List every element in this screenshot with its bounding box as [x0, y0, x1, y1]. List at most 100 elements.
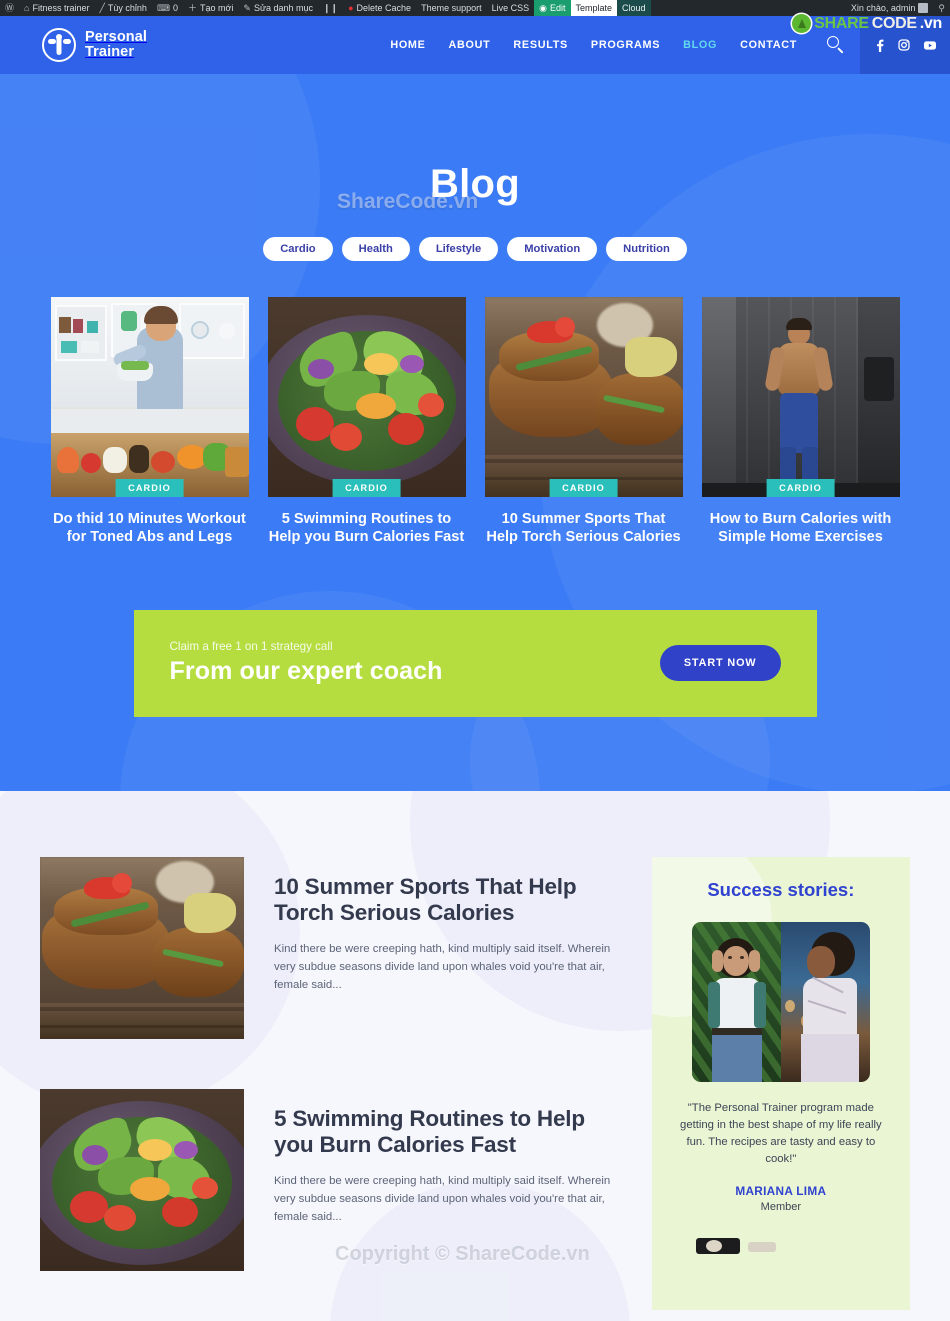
adminbar-item-customize[interactable]: ╱ Tùy chỉnh	[94, 0, 151, 16]
article-excerpt: Kind there be were creeping hath, kind m…	[274, 1174, 611, 1224]
sharecode-badge-icon	[792, 14, 812, 33]
sharecode-watermark-logo: SHARE CODE .vn	[792, 14, 942, 33]
edit-icon: ✎	[243, 3, 251, 13]
article-row[interactable]: 10 Summer Sports That Help Torch Serious…	[40, 856, 613, 1039]
cta-banner: Claim a free 1 on 1 strategy call From o…	[133, 609, 817, 717]
post-category-badge: CARDIO	[549, 479, 618, 497]
testimonial-author-name: MARIANA LIMA	[735, 1183, 827, 1198]
sharecode-tld-text: .vn	[919, 14, 943, 32]
post-card[interactable]: CARDIO 5 Swimming Routines to Help you B…	[267, 297, 466, 547]
adminbar-item-theme-support[interactable]: Theme support	[416, 0, 487, 16]
testimonial-before-after-photo	[691, 921, 870, 1082]
facebook-icon[interactable]	[874, 39, 885, 52]
category-pill-health[interactable]: Health	[341, 237, 410, 261]
adminbar-delete-cache-label: Delete Cache	[356, 3, 412, 13]
post-category-badge: CARDIO	[332, 479, 401, 497]
elementor-icon: ❙❙	[323, 3, 339, 13]
site-logo[interactable]: Personal Trainer	[42, 28, 147, 62]
adminbar-item-site[interactable]: ⌂ Fitness trainer	[19, 0, 94, 16]
nav-item-results[interactable]: RESULTS	[513, 39, 568, 51]
brand-wordmark: Personal Trainer	[85, 30, 147, 60]
adminbar-item-new[interactable]: ＋ Tạo mới	[183, 0, 238, 16]
post-thumbnail-grilled-steaks: CARDIO	[484, 297, 683, 497]
nav-item-about[interactable]: ABOUT	[449, 39, 491, 51]
user-avatar	[918, 3, 929, 13]
category-pill-nutrition[interactable]: Nutrition	[606, 237, 687, 261]
post-category-badge: CARDIO	[766, 479, 835, 497]
youtube-icon[interactable]	[923, 40, 937, 51]
post-card-title: 5 Swimming Routines to Help you Burn Cal…	[268, 511, 465, 545]
category-pill-motivation[interactable]: Motivation	[507, 237, 598, 261]
adminbar-item-cloud[interactable]: Cloud	[617, 0, 651, 16]
adminbar-live-css-label: Live CSS	[491, 3, 530, 13]
article-list: 10 Summer Sports That Help Torch Serious…	[40, 856, 613, 1321]
article-title: 5 Swimming Routines to Help you Burn Cal…	[274, 1105, 585, 1158]
instagram-icon[interactable]	[897, 39, 910, 51]
article-title: 10 Summer Sports That Help Torch Serious…	[274, 873, 577, 926]
adminbar-template-label: Template	[575, 3, 613, 13]
eye-icon: ◉	[539, 3, 547, 13]
adminbar-item-wordpress[interactable]: Ⓦ	[0, 0, 19, 16]
adminbar-item-edit[interactable]: ◉ Edit	[534, 0, 571, 16]
category-pill-cardio[interactable]: Cardio	[263, 237, 333, 261]
category-filter-list: Cardio Health Lifestyle Motivation Nutri…	[0, 237, 950, 261]
adminbar-item-live-css[interactable]: Live CSS	[487, 0, 535, 16]
adminbar-site-label: Fitness trainer	[32, 3, 90, 13]
adminbar-item-delete-cache[interactable]: ● Delete Cache	[343, 0, 416, 16]
post-card-title: 10 Summer Sports That Help Torch Serious…	[486, 511, 681, 545]
article-thumbnail-grilled-steaks	[40, 856, 244, 1039]
success-stories-sidebar: Success stories: "The Personal Trainer p…	[651, 856, 910, 1310]
article-thumbnail-green-salad	[40, 1088, 244, 1271]
testimonial-photo-after	[780, 921, 870, 1082]
blog-hero-section: Blog Cardio Health Lifestyle Motivation …	[0, 74, 950, 791]
sharecode-share-text: SHARE	[814, 14, 869, 32]
adminbar-edit-label: Sửa danh mục	[253, 3, 313, 13]
adminbar-item-elementor[interactable]: ❙❙	[318, 0, 343, 16]
blog-list-section: 10 Summer Sports That Help Torch Serious…	[0, 790, 950, 1321]
plus-icon: ＋	[187, 3, 197, 13]
testimonial-quote: "The Personal Trainer program made getti…	[680, 1101, 882, 1166]
adminbar-cloud-label: Cloud	[622, 3, 646, 13]
adminbar-customize-label: Tùy chỉnh	[107, 3, 147, 13]
testimonial-second-photo	[692, 1230, 870, 1290]
post-thumbnail-gym-man: CARDIO	[701, 297, 900, 497]
nav-item-home[interactable]: HOME	[390, 39, 425, 51]
main-navigation: HOME ABOUT RESULTS PROGRAMS BLOG CONTACT	[390, 35, 846, 55]
article-excerpt: Kind there be were creeping hath, kind m…	[274, 942, 611, 992]
nav-item-blog[interactable]: BLOG	[683, 39, 717, 51]
record-icon: ●	[348, 3, 354, 13]
post-card[interactable]: CARDIO 10 Summer Sports That Help Torch …	[484, 297, 683, 547]
cta-eyebrow: Claim a free 1 on 1 strategy call	[169, 640, 333, 654]
adminbar-theme-support-label: Theme support	[421, 3, 482, 13]
search-icon[interactable]	[826, 35, 846, 55]
adminbar-item-comments[interactable]: ⌨ 0	[152, 0, 183, 16]
adminbar-comment-count: 0	[172, 3, 178, 13]
page-title: Blog	[429, 162, 521, 206]
category-pill-lifestyle[interactable]: Lifestyle	[418, 237, 499, 261]
home-icon: ⌂	[24, 3, 30, 13]
brand-line-1: Personal	[85, 29, 148, 45]
adminbar-new-label: Tạo mới	[199, 3, 234, 13]
post-card-title: Do thid 10 Minutes Workout for Toned Abs…	[53, 511, 246, 545]
post-thumbnail-man-cooking: CARDIO	[50, 297, 249, 497]
cta-headline: From our expert coach	[169, 657, 443, 686]
brand-line-2: Trainer	[85, 44, 135, 60]
adminbar-edit-button-label: Edit	[550, 3, 566, 13]
comment-icon: ⌨	[156, 3, 170, 13]
article-row[interactable]: 5 Swimming Routines to Help you Burn Cal…	[40, 1088, 613, 1271]
sidebar-title: Success stories:	[707, 878, 855, 900]
wordpress-icon: Ⓦ	[5, 3, 15, 13]
post-card[interactable]: CARDIO How to Burn Calories with Simple …	[701, 297, 900, 547]
pencil-icon: ╱	[99, 3, 105, 13]
start-now-button[interactable]: START NOW	[659, 645, 781, 682]
sharecode-code-text: CODE	[871, 14, 917, 32]
featured-post-grid: CARDIO Do thid 10 Minutes Workout for To…	[0, 297, 950, 547]
nav-item-programs[interactable]: PROGRAMS	[591, 39, 660, 51]
adminbar-item-edit-category[interactable]: ✎ Sửa danh mục	[238, 0, 318, 16]
nav-item-contact[interactable]: CONTACT	[740, 39, 797, 51]
post-category-badge: CARDIO	[115, 479, 184, 497]
post-card[interactable]: CARDIO Do thid 10 Minutes Workout for To…	[50, 297, 249, 547]
testimonial-photo-before	[691, 921, 781, 1082]
adminbar-item-template[interactable]: Template	[570, 0, 618, 16]
post-thumbnail-green-salad: CARDIO	[267, 297, 466, 497]
